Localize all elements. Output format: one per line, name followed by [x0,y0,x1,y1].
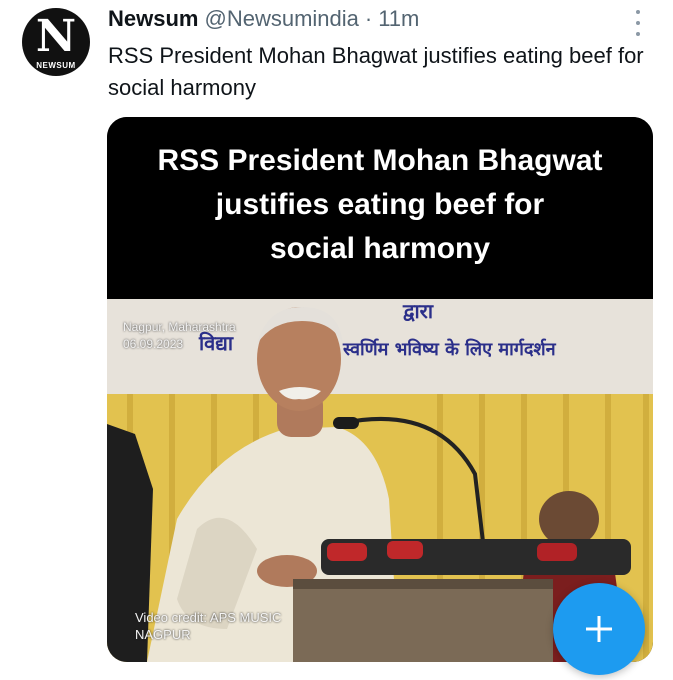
location-text: Nagpur, Maharashtra [123,320,236,334]
video-credit: Video credit: APS MUSIC NAGPUR [135,609,335,643]
tweet-header: Newsum @Newsumindia · 11m [108,6,419,34]
tweet[interactable]: N NEWSUM Newsum @Newsumindia · 11m RSS P… [0,0,673,680]
media-headline-line: social harmony [269,232,491,265]
media-headline: RSS President Mohan Bhagwat justifies ea… [107,117,653,299]
date-text: 06.09.2023 [123,337,184,351]
avatar-logo-word: NEWSUM [36,60,76,70]
video-credit-line: Video credit: APS MUSIC [135,610,282,625]
timestamp[interactable]: 11m [378,6,419,32]
more-vertical-icon[interactable] [630,10,646,36]
avatar-logo-letter: N [35,10,77,62]
compose-button[interactable] [553,583,645,675]
separator-dot: · [364,6,373,31]
avatar[interactable]: N NEWSUM [22,8,90,76]
media-headline-line: justifies eating beef for [215,188,545,221]
display-name[interactable]: Newsum [108,6,198,32]
media-headline-line: RSS President Mohan Bhagwat [157,144,603,177]
location-label: Nagpur, Maharashtra 06.09.2023 [123,319,236,353]
video-credit-line: NAGPUR [135,627,191,642]
tweet-text: RSS President Mohan Bhagwat justifies ea… [108,43,644,100]
plus-icon [586,616,612,642]
banner-text-top: द्वारा [403,299,434,323]
handle[interactable]: @Newsumindia [204,6,358,32]
banner-text-right: स्वर्णिम भविष्य के लिए मार्गदर्शन [343,339,556,360]
tweet-media[interactable]: RSS President Mohan Bhagwat justifies ea… [107,117,653,662]
